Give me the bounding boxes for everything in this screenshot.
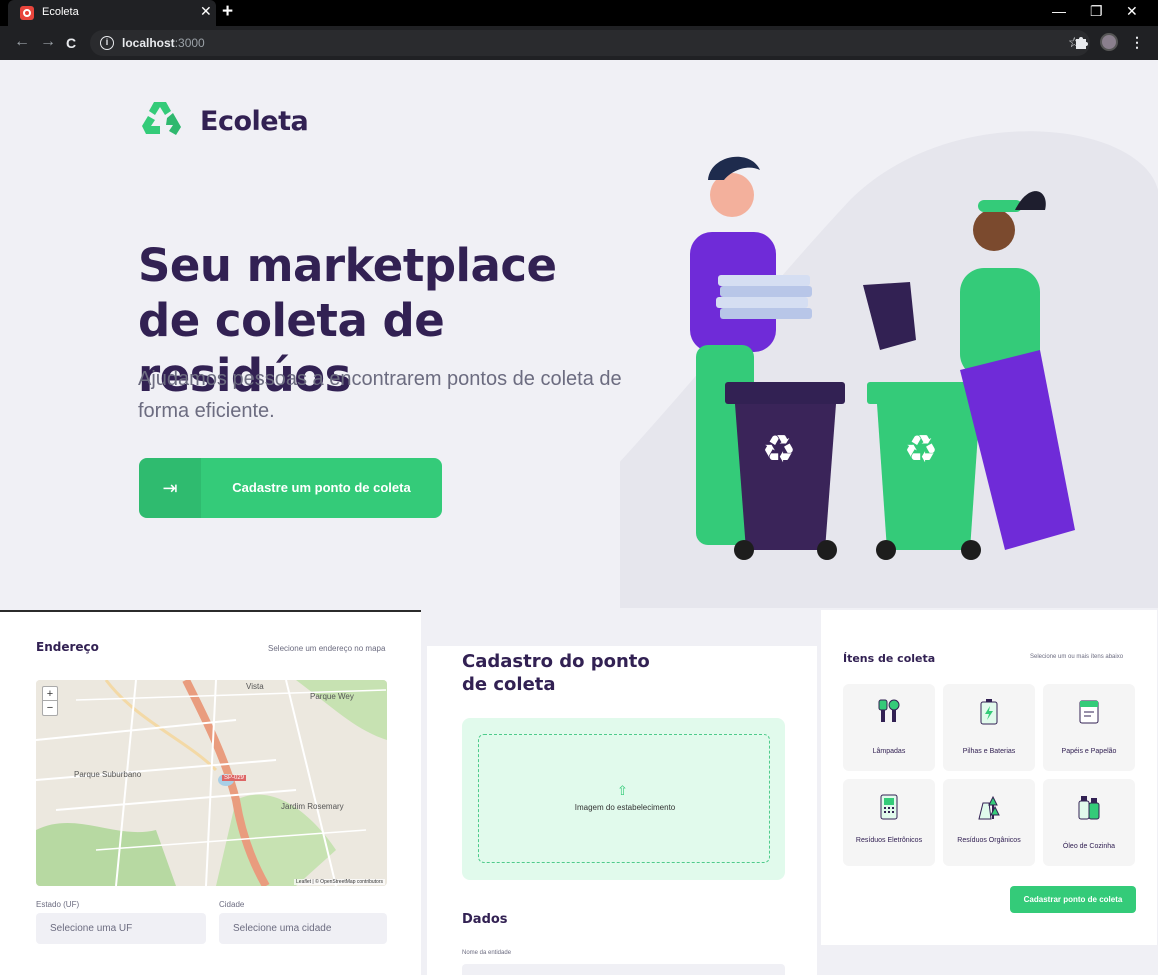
submit-button[interactable]: Cadastrar ponto de coleta: [1010, 886, 1136, 913]
back-icon[interactable]: ←: [14, 33, 30, 51]
entity-name-input[interactable]: [462, 964, 785, 975]
map-label: Parque Wey: [310, 692, 354, 701]
battery-icon: [980, 699, 998, 725]
city-label: Cidade: [219, 900, 245, 909]
form-panel: Cadastro do ponto de coleta ⇧ Imagem do …: [427, 610, 817, 975]
zoom-out-button[interactable]: −: [43, 701, 57, 715]
item-lamps[interactable]: Lâmpadas: [843, 684, 935, 771]
login-arrow-icon: ⇥: [139, 458, 201, 518]
menu-icon[interactable]: ⋮: [1130, 34, 1144, 51]
svg-text:♻: ♻: [904, 427, 938, 471]
browser-tab[interactable]: Ecoleta ✕: [8, 0, 216, 26]
paper-stack: [716, 275, 812, 319]
item-paper[interactable]: Papéis e Papelão: [1043, 684, 1135, 771]
item-label: Óleo de Cozinha: [1062, 843, 1116, 850]
recycle-logo-icon: [142, 102, 181, 135]
puzzle-icon[interactable]: [1073, 34, 1089, 50]
map-zoom-control: + −: [42, 686, 58, 716]
profile-avatar[interactable]: [1100, 33, 1118, 51]
electronics-icon: [880, 794, 898, 820]
item-batteries[interactable]: Pilhas e Baterias: [943, 684, 1035, 771]
map-label: Vista: [246, 682, 264, 691]
upload-icon: ⇧: [617, 783, 628, 798]
form-title: Cadastro do ponto de coleta: [462, 651, 650, 695]
zoom-in-button[interactable]: +: [43, 687, 57, 701]
map-label: Jardim Rosemary: [281, 802, 344, 811]
map-attribution[interactable]: Leaflet | © OpenStreetMap contributors: [294, 879, 385, 885]
tab-title: Ecoleta: [42, 6, 79, 18]
item-label: Papéis e Papelão: [1061, 748, 1117, 755]
item-electronics[interactable]: Resíduos Eletrônicos: [843, 779, 935, 866]
header-strip: [427, 610, 817, 646]
map-label: SP-029: [222, 775, 247, 781]
map[interactable]: + − Parque Wey Parque Suburbano Jardim R…: [36, 680, 387, 886]
item-label: Resíduos Orgânicos: [957, 837, 1021, 844]
item-organic[interactable]: Resíduos Orgânicos: [943, 779, 1035, 866]
forward-icon[interactable]: →: [40, 33, 56, 51]
reload-icon[interactable]: C: [66, 35, 76, 51]
lamp-icon: [878, 699, 900, 722]
landing-page: Ecoleta Seu marketplace de coleta de res…: [0, 60, 1158, 608]
item-oil[interactable]: Óleo de Cozinha: [1043, 779, 1135, 866]
url-text: localhost:3000: [122, 36, 205, 50]
uf-label: Estado (UF): [36, 900, 80, 909]
uf-select[interactable]: Selecione uma UF: [36, 913, 206, 944]
logo-text: Ecoleta: [200, 106, 309, 137]
map-label: Parque Suburbano: [74, 770, 142, 779]
new-tab-icon[interactable]: +: [222, 1, 233, 23]
items-hint: Selecione um ou mais ítens abaixo: [1030, 654, 1124, 660]
hero-subtitle: Ajudamos pessoas a encontrarem pontos de…: [138, 368, 622, 422]
address-title: Endereço: [36, 640, 99, 654]
favicon-icon: [20, 6, 34, 20]
register-point-label: Cadastre um ponto de coleta: [232, 480, 411, 495]
address-panel: Endereço Selecione um endereço no mapa +…: [0, 610, 421, 975]
item-label: Lâmpadas: [872, 748, 906, 755]
address-hint: Selecione um endereço no mapa: [268, 644, 386, 653]
register-point-button[interactable]: ⇥ Cadastre um ponto de coleta: [139, 458, 442, 518]
browser-toolbar: ← → C i localhost:3000 ☆ ⋮: [0, 26, 1158, 60]
city-select[interactable]: Selecione uma cidade: [219, 913, 387, 944]
svg-text:♻: ♻: [762, 427, 796, 471]
item-label: Resíduos Eletrônicos: [855, 837, 923, 844]
map-tiles: [36, 680, 387, 886]
restore-icon[interactable]: ❐: [1090, 3, 1103, 20]
close-window-icon[interactable]: ✕: [1126, 3, 1138, 20]
data-section-title: Dados: [462, 912, 508, 927]
oil-icon: [1078, 796, 1100, 820]
minimize-icon[interactable]: —: [1052, 3, 1066, 19]
tab-close-icon[interactable]: ✕: [200, 3, 212, 20]
dropzone-border[interactable]: ⇧ Imagem do estabelecimento: [478, 734, 770, 863]
item-label: Pilhas e Baterias: [962, 748, 1016, 755]
hero-illustration: ♻ ♻: [620, 131, 1158, 608]
items-panel: Ítens de coleta Selecione um ou mais íte…: [821, 610, 1157, 945]
image-dropzone[interactable]: ⇧ Imagem do estabelecimento: [462, 718, 785, 880]
items-title: Ítens de coleta: [843, 652, 936, 665]
dropzone-text: Imagem do estabelecimento: [574, 803, 676, 812]
info-icon[interactable]: i: [100, 36, 114, 50]
entity-name-label: Nome da entidade: [462, 950, 512, 956]
address-bar[interactable]: i localhost:3000: [90, 30, 1090, 56]
organic-icon: [978, 795, 1000, 820]
paper-icon: [1079, 700, 1099, 724]
tab-bar: Ecoleta ✕ + — ❐ ✕: [0, 0, 1158, 26]
